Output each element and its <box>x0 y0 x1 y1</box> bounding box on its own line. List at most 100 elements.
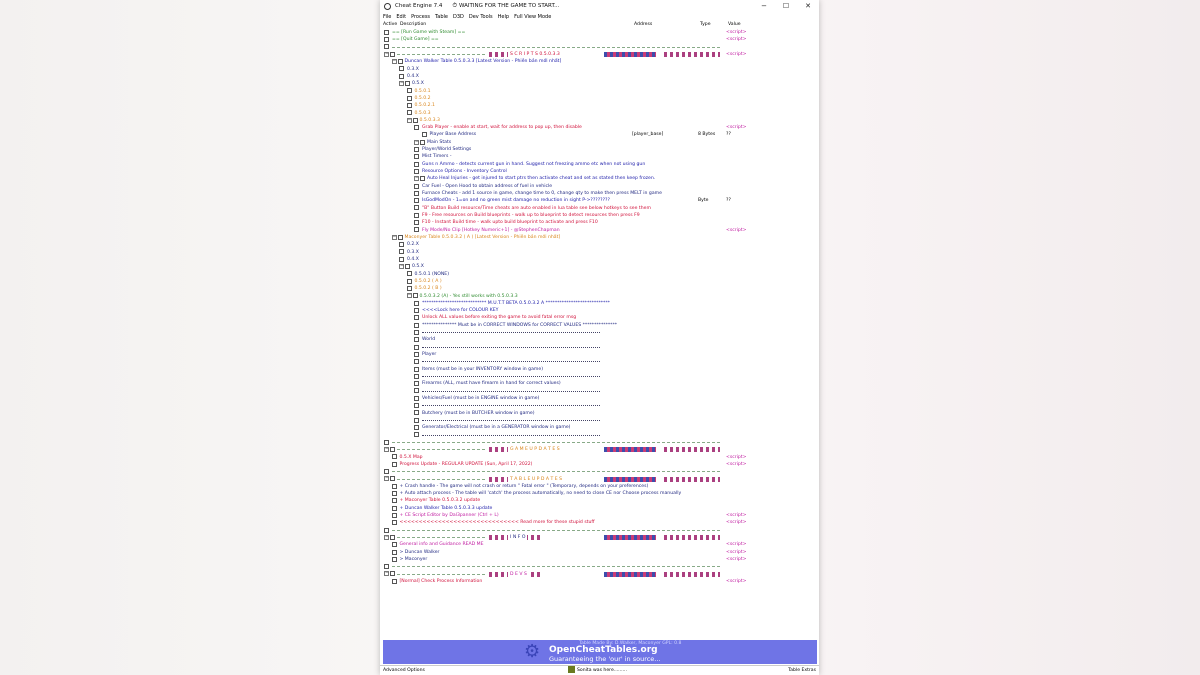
table-row[interactable]: + Auto attach process - The table will '… <box>380 490 819 497</box>
active-checkbox[interactable] <box>384 564 389 570</box>
active-checkbox[interactable] <box>384 44 389 50</box>
table-row[interactable]: − I N F O <box>380 534 819 542</box>
collapse-toggle[interactable]: − <box>384 51 389 57</box>
active-checkbox[interactable] <box>414 417 419 423</box>
table-row[interactable]: "B" Button Build resource/Time cheats ar… <box>380 205 819 212</box>
header-type[interactable]: Type <box>700 22 711 27</box>
table-row[interactable]: <<<<<<<<<<<<<<<<<<<<<<<<<<<<<<< Read mor… <box>380 519 819 526</box>
active-checkbox[interactable] <box>390 571 395 577</box>
active-checkbox[interactable] <box>391 512 397 518</box>
table-row[interactable]: + CE Script Editor by Dal3panner (Ctrl +… <box>380 512 819 519</box>
table-row[interactable]: > Duncan Walker <script> <box>380 549 819 556</box>
table-row[interactable]: − Main Stats <box>380 139 819 146</box>
table-row[interactable]: − G A M E U P D A T E S <box>380 446 819 454</box>
table-row[interactable]: Furnace Cheats - add 1 source in game, c… <box>380 190 819 197</box>
table-row[interactable]: [Normal] Check Process Information <scrip… <box>380 578 819 585</box>
table-row[interactable]: − 0.5.0.3.3 <box>380 117 819 124</box>
table-row[interactable]: Butchery (must be in BUTCHER window in g… <box>380 410 819 417</box>
table-row[interactable]: 0.3.X <box>380 249 819 256</box>
entry-value[interactable]: <script> <box>726 549 747 556</box>
table-row[interactable]: 0.5.0.2 ( A ) <box>380 278 819 285</box>
active-checkbox[interactable] <box>405 264 410 270</box>
active-checkbox[interactable] <box>420 176 425 182</box>
entry-value[interactable]: <script> <box>726 541 747 548</box>
table-row[interactable] <box>380 373 819 380</box>
table-row[interactable]: + Duncan Walker Table 0.5.0.3.3 update <box>380 505 819 512</box>
entry-value[interactable]: <script> <box>726 512 747 519</box>
active-checkbox[interactable] <box>414 425 419 431</box>
active-checkbox[interactable] <box>391 549 397 555</box>
table-extras-button[interactable]: Table Extras <box>788 666 816 675</box>
active-checkbox[interactable] <box>390 476 395 482</box>
collapse-toggle[interactable]: − <box>406 293 412 299</box>
active-checkbox[interactable] <box>384 37 389 43</box>
entry-value[interactable]: <script> <box>726 519 747 526</box>
table-row[interactable]: **************************** M.U.T.T BET… <box>380 300 819 307</box>
table-row[interactable]: − 0.5.X <box>380 263 819 270</box>
collapse-toggle[interactable]: − <box>406 117 412 123</box>
active-checkbox[interactable] <box>399 249 404 255</box>
table-row[interactable]: 0.5.0.3 <box>380 110 819 117</box>
active-checkbox[interactable] <box>399 66 404 72</box>
active-checkbox[interactable] <box>414 395 419 401</box>
active-checkbox[interactable] <box>406 88 412 94</box>
table-row[interactable] <box>380 417 819 424</box>
collapse-toggle[interactable]: − <box>399 264 404 270</box>
collapse-toggle[interactable]: − <box>391 59 397 65</box>
active-checkbox[interactable] <box>414 381 419 387</box>
active-checkbox[interactable] <box>414 403 419 409</box>
entry-value[interactable]: ?? <box>726 131 731 138</box>
active-checkbox[interactable] <box>414 161 419 167</box>
menu-process[interactable]: Process <box>411 14 430 20</box>
entry-value[interactable]: <script> <box>726 556 747 563</box>
table-row[interactable] <box>380 329 819 336</box>
active-checkbox[interactable] <box>391 542 397 548</box>
active-checkbox[interactable] <box>391 505 397 511</box>
collapse-toggle[interactable]: − <box>384 476 389 482</box>
entry-value[interactable]: <script> <box>726 124 747 131</box>
table-row[interactable]: Vehicles/Fuel (must be in ENGINE window … <box>380 395 819 402</box>
active-checkbox[interactable] <box>414 388 419 394</box>
active-checkbox[interactable] <box>414 307 419 313</box>
table-row[interactable]: Unlock ALL values before exiting the gam… <box>380 314 819 321</box>
entry-value[interactable]: <script> <box>726 454 747 461</box>
table-row[interactable]: Grab Player - enable at start, wait for … <box>380 124 819 131</box>
active-checkbox[interactable] <box>391 520 397 526</box>
table-row[interactable]: 0.5.0.2 ( B ) <box>380 285 819 292</box>
maximize-button[interactable]: ☐ <box>775 2 797 10</box>
entry-value[interactable]: <script> <box>726 461 747 468</box>
active-checkbox[interactable] <box>414 183 419 189</box>
table-row[interactable] <box>380 432 819 439</box>
table-row[interactable]: > Maconyer <script> <box>380 556 819 563</box>
table-row[interactable] <box>380 527 819 534</box>
table-row[interactable]: *************** Must be in CORRECT WINDO… <box>380 322 819 329</box>
table-row[interactable]: Guns n Ammo - detects current gun in han… <box>380 161 819 168</box>
table-row[interactable]: Firearms (ALL, must have firearm in hand… <box>380 380 819 387</box>
table-row[interactable]: Car Fuel - Open Hood to obtain address o… <box>380 183 819 190</box>
table-row[interactable]: 0.2.X <box>380 241 819 248</box>
active-checkbox[interactable] <box>414 212 419 218</box>
table-row[interactable]: − T A B L E U P D A T E S <box>380 475 819 483</box>
active-checkbox[interactable] <box>406 110 412 116</box>
menu-full-view-mode[interactable]: Full View Mode <box>514 14 551 20</box>
active-checkbox[interactable] <box>391 490 397 496</box>
active-checkbox[interactable] <box>414 190 419 196</box>
collapse-toggle[interactable]: − <box>384 534 389 540</box>
menu-d3d[interactable]: D3D <box>453 14 464 20</box>
active-checkbox[interactable] <box>414 205 419 211</box>
table-row[interactable]: 0.4.X <box>380 73 819 80</box>
table-row[interactable] <box>380 402 819 409</box>
active-checkbox[interactable] <box>384 439 389 445</box>
entry-value[interactable]: <script> <box>726 29 747 36</box>
menu-file[interactable]: File <box>383 14 391 20</box>
table-row[interactable] <box>380 358 819 365</box>
table-row[interactable]: Fly Mode/No Clip [Hotkey Numeric+1] - @S… <box>380 227 819 234</box>
menu-help[interactable]: Help <box>498 14 509 20</box>
header-active[interactable]: Active <box>383 22 397 27</box>
table-row[interactable]: 0.5.0.2 <box>380 95 819 102</box>
entry-value[interactable]: ?? <box>726 197 731 204</box>
active-checkbox[interactable] <box>397 234 403 240</box>
active-checkbox[interactable] <box>414 366 419 372</box>
table-row[interactable]: 0.4.X <box>380 256 819 263</box>
table-row[interactable]: Items (must be in your INVENTORY window … <box>380 366 819 373</box>
